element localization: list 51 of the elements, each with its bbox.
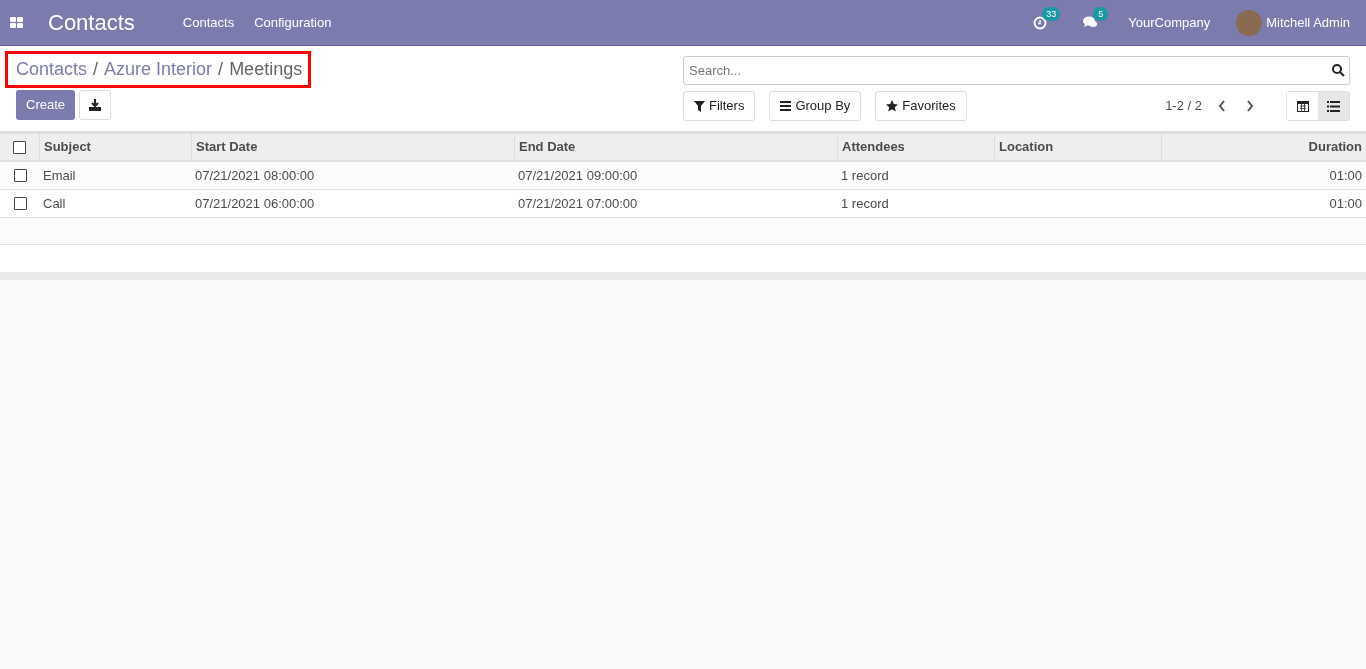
activity-count-badge: 33 [1042,6,1061,21]
table-cell-text: 07/21/2021 06:00:00 [195,194,315,213]
create-button[interactable]: Create [16,90,76,120]
download-button[interactable] [79,90,112,120]
user-menu[interactable]: Mitchell Admin [1266,12,1350,33]
row-checkbox[interactable] [13,197,27,210]
search-icon[interactable] [1332,64,1345,77]
breadcrumb-current: Meetings [229,58,303,81]
table-cell-text: Email [43,166,76,185]
menu-item[interactable]: Configuration [254,12,332,33]
breadcrumb-link[interactable]: Contacts [16,56,88,82]
clock-icon[interactable] [1033,15,1048,30]
table-cell-text: 01:00 [1329,194,1362,213]
search-field[interactable]: Search... [683,56,1350,85]
list-view-button[interactable] [1318,92,1349,120]
breadcrumb-separator: / [218,58,224,81]
list-icon [1327,100,1340,112]
next-page-icon[interactable] [1246,100,1254,112]
calendar-icon [1296,100,1309,112]
chat-icon[interactable] [1083,16,1099,29]
select-all-checkbox[interactable] [13,140,26,154]
app-title: Contacts [48,9,135,37]
table-cell-text: 07/21/2021 08:00:00 [195,166,315,185]
filter-toggle[interactable]: Group By [769,91,862,121]
column-header[interactable]: Start Date [196,137,258,157]
breadcrumb-link[interactable]: Azure Interior [104,56,213,82]
filter-toggle[interactable]: Favorites [875,91,967,121]
download-icon [89,99,102,111]
column-header[interactable]: Attendees [842,137,905,157]
column-header[interactable]: End Date [519,137,576,157]
menu-lines-icon [780,101,792,111]
table-cell-text: 07/21/2021 09:00:00 [518,166,638,185]
message-count-badge: 5 [1093,7,1109,21]
funnel-icon [694,100,705,112]
table-cell-text: 1 record [841,166,889,185]
apps-menu-icon[interactable] [10,16,23,29]
star-icon [886,100,899,112]
pager-value: 1-2 / 2 [1165,97,1202,116]
menu-item[interactable]: Contacts [182,12,235,33]
column-header[interactable]: Location [999,137,1054,157]
company-switcher[interactable]: YourCompany [1128,12,1211,33]
column-header[interactable]: Subject [44,137,91,157]
table-cell-text: 01:00 [1329,166,1362,185]
filter-toggle[interactable]: Filters [683,91,756,121]
previous-page-icon[interactable] [1218,100,1226,112]
table-cell-text: 07/21/2021 07:00:00 [518,194,638,213]
breadcrumb-separator: / [93,58,99,81]
table-cell-text: Call [43,194,66,213]
row-checkbox[interactable] [13,169,27,182]
column-header[interactable]: Duration [1308,137,1362,157]
table-cell-text: 1 record [841,194,889,213]
